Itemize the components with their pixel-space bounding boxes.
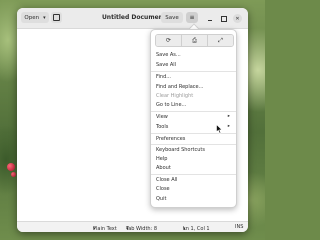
menu-separator [151,71,236,72]
close-icon: ✕ [235,15,240,22]
menu-separator [151,111,236,112]
menu-top-buttons: ⟳ ⎙ ⤢ [155,34,234,47]
hamburger-menu-icon: ≡ [189,14,195,21]
minimize-icon [207,19,212,21]
status-bar: Plain Text ▾ Tab Width: 8 ▾ Ln 1, Col 1 … [17,221,248,232]
menu-item-tools[interactable]: Tools [156,124,168,130]
main-menu-popover: ⟳ ⎙ ⤢ Save As... Save All Find... Find a… [150,29,237,208]
menu-separator [151,133,236,134]
chevron-down-icon: ▾ [93,226,96,232]
menu-item-clear-highlight: Clear Highlight [156,93,194,99]
reload-icon[interactable]: ⟳ [156,35,182,46]
chevron-down-icon: ▾ [183,226,186,232]
mouse-pointer-icon [216,124,223,134]
tab-width-label: Tab Width: 8 [126,226,158,232]
menu-item-find[interactable]: Find... [156,74,171,80]
maximize-icon [220,15,227,22]
menu-item-view[interactable]: View [156,114,168,120]
menu-item-find-and-replace[interactable]: Find and Replace... [156,84,203,90]
fullscreen-icon[interactable]: ⤢ [208,35,233,46]
print-icon[interactable]: ⎙ [182,35,208,46]
submenu-arrow-icon: ▸ [227,114,230,119]
save-label: Save [165,14,179,21]
menu-item-save-all[interactable]: Save All [156,62,176,68]
menu-item-go-to-line[interactable]: Go to Line... [156,102,186,108]
submenu-arrow-icon: ▸ [227,124,230,129]
background-berry [7,163,15,171]
cursor-position-label: Ln 1, Col 1 [183,226,210,232]
header-bar: Open ▾ Untitled Document 1 Save ≡ ✕ [17,8,248,29]
close-button[interactable]: ✕ [233,14,242,23]
menu-item-preferences[interactable]: Preferences [156,136,185,142]
new-tab-icon [53,14,60,21]
maximize-button[interactable] [219,14,228,23]
minimize-button[interactable] [205,14,214,23]
chevron-down-icon: ▾ [126,226,129,232]
menu-item-save-as[interactable]: Save As... [156,52,181,58]
insert-mode-indicator[interactable]: INS [235,224,243,230]
open-button[interactable]: Open ▾ [21,12,49,23]
menu-item-about[interactable]: About [156,165,171,171]
menu-item-keyboard-shortcuts[interactable]: Keyboard Shortcuts [156,147,205,153]
open-label: Open [24,14,40,21]
menu-item-quit[interactable]: Quit [156,196,166,202]
language-label: Plain Text [93,226,117,232]
menu-separator [151,174,236,175]
menu-item-close[interactable]: Close [156,186,170,192]
new-tab-button[interactable] [51,12,62,23]
background-berry [11,172,16,177]
menu-separator [151,144,236,145]
chevron-down-icon: ▾ [43,14,46,21]
menu-item-help[interactable]: Help [156,156,167,162]
save-button[interactable]: Save [161,12,183,23]
main-menu-button[interactable]: ≡ [186,12,198,23]
menu-item-close-all[interactable]: Close All [156,177,177,183]
